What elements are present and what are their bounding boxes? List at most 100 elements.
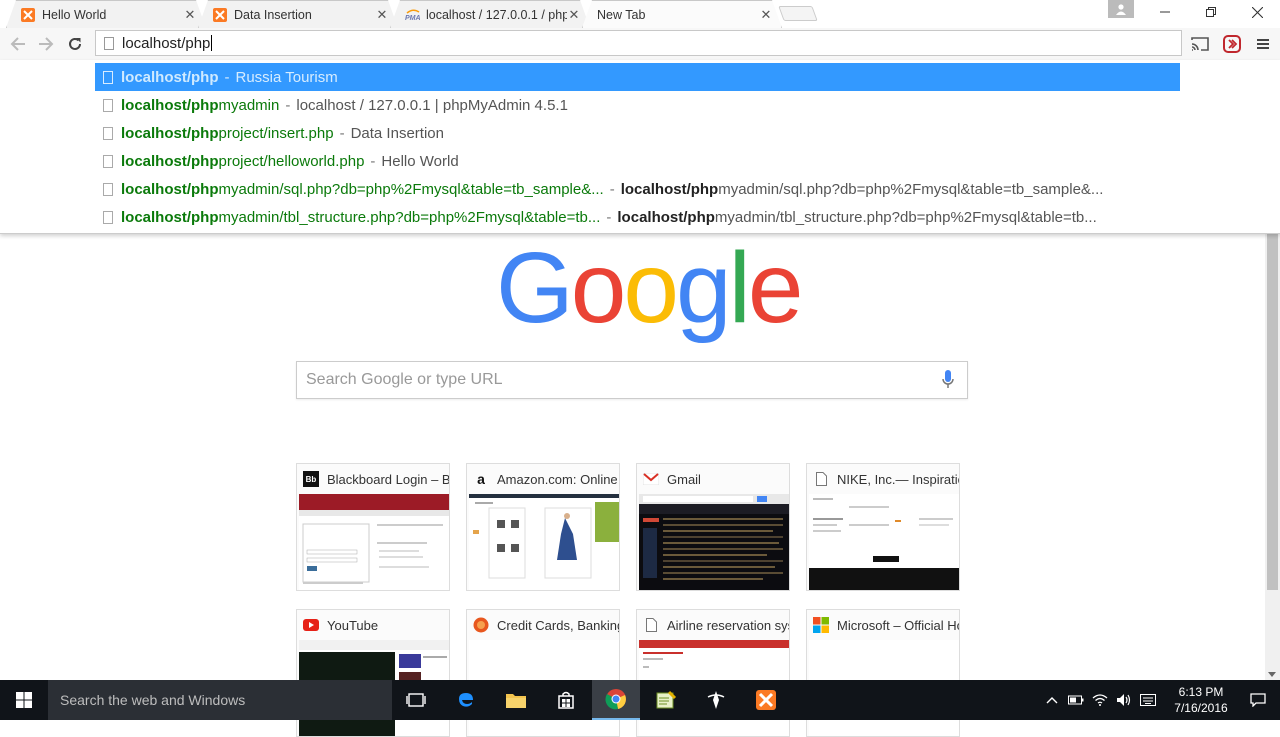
battery-icon[interactable] bbox=[1064, 695, 1088, 705]
close-tab-icon[interactable]: ✕ bbox=[375, 7, 389, 23]
logo-letter: G bbox=[496, 232, 574, 344]
suggestion-item[interactable]: localhost/php - Russia Tourism bbox=[95, 63, 1180, 91]
logo-letter: e bbox=[747, 232, 804, 344]
google-search-box[interactable]: Search Google or type URL bbox=[296, 361, 968, 399]
tab-title: Hello World bbox=[42, 7, 107, 22]
suggestion-item[interactable]: localhost/php myadmin/tbl_structure.php?… bbox=[95, 203, 1180, 231]
tab-data-insertion[interactable]: Data Insertion ✕ bbox=[198, 0, 398, 28]
forward-button[interactable] bbox=[35, 33, 57, 55]
volume-icon[interactable] bbox=[1112, 693, 1136, 707]
minimize-button[interactable] bbox=[1142, 0, 1188, 24]
tile-title: NIKE, Inc.— Inspiratio bbox=[837, 471, 959, 487]
suggestion-item[interactable]: localhost/php project/insert.php - Data … bbox=[95, 119, 1180, 147]
most-visited-tile-blackboard[interactable]: Bb Blackboard Login – Bl bbox=[296, 463, 450, 591]
tab-title: localhost / 127.0.0.1 / php bbox=[426, 7, 567, 22]
microphone-icon[interactable] bbox=[935, 367, 961, 393]
page-icon bbox=[103, 210, 113, 224]
tile-thumbnail bbox=[299, 494, 449, 590]
back-arrow-icon bbox=[10, 37, 25, 51]
scroll-down-arrow-icon[interactable] bbox=[1268, 672, 1276, 677]
logo-letter: o bbox=[570, 232, 627, 344]
system-tray: 6:13 PM 7/16/2016 bbox=[1040, 680, 1280, 720]
separator: - bbox=[609, 180, 615, 198]
window-controls bbox=[1142, 0, 1280, 24]
chrome-taskbar-app[interactable] bbox=[592, 680, 640, 720]
youtube-icon bbox=[303, 617, 319, 633]
notepad-icon bbox=[656, 690, 677, 709]
reload-button[interactable] bbox=[64, 33, 86, 55]
address-bar[interactable]: localhost/php bbox=[95, 30, 1182, 56]
separator: - bbox=[370, 152, 376, 170]
page-icon bbox=[103, 126, 113, 140]
profile-button[interactable] bbox=[1108, 0, 1134, 18]
logo-letter: o bbox=[623, 232, 679, 344]
store-bag-icon bbox=[558, 691, 574, 709]
tile-title: Blackboard Login – Bl bbox=[327, 471, 449, 487]
most-visited-tile-gmail[interactable]: Gmail bbox=[636, 463, 790, 591]
task-view-button[interactable] bbox=[392, 680, 440, 720]
taskbar-search-box[interactable]: Search the web and Windows bbox=[48, 680, 392, 720]
restore-button[interactable] bbox=[1188, 0, 1234, 24]
gmail-icon bbox=[643, 471, 659, 487]
windows-logo-icon bbox=[16, 692, 32, 708]
user-icon bbox=[1116, 4, 1126, 15]
edge-taskbar-app[interactable] bbox=[442, 680, 490, 720]
hamburger-menu-icon bbox=[1257, 39, 1269, 49]
chrome-menu-button[interactable] bbox=[1251, 33, 1275, 55]
logo-letter: l bbox=[728, 232, 751, 344]
page-icon bbox=[103, 98, 113, 112]
separator: - bbox=[224, 68, 230, 86]
extension-button[interactable] bbox=[1220, 33, 1244, 55]
new-tab-button[interactable] bbox=[778, 6, 818, 21]
omnibox-suggestions: localhost/php - Russia Tourism localhost… bbox=[0, 60, 1280, 234]
tile-title: Amazon.com: Online bbox=[497, 471, 618, 487]
suggestion-item[interactable]: localhost/php myadmin/sql.php?db=php%2Fm… bbox=[95, 175, 1180, 203]
store-taskbar-app[interactable] bbox=[542, 680, 590, 720]
cast-icon bbox=[1191, 37, 1209, 51]
suggestion-item[interactable]: localhost/php project/helloworld.php - H… bbox=[95, 147, 1180, 175]
suggestion-item[interactable]: localhost/php myadmin - localhost / 127.… bbox=[95, 91, 1180, 119]
taskbar-search-placeholder: Search the web and Windows bbox=[60, 692, 246, 708]
tab-hello-world[interactable]: Hello World ✕ bbox=[6, 0, 206, 28]
tile-thumbnail bbox=[809, 494, 959, 590]
phpmyadmin-icon: PMA bbox=[405, 8, 419, 22]
cast-button[interactable] bbox=[1188, 33, 1212, 55]
blackboard-icon: Bb bbox=[303, 471, 319, 487]
start-button[interactable] bbox=[0, 680, 48, 720]
action-center-icon[interactable] bbox=[1236, 693, 1280, 707]
most-visited-tile-amazon[interactable]: a Amazon.com: Online bbox=[466, 463, 620, 591]
clock[interactable]: 6:13 PM 7/16/2016 bbox=[1166, 684, 1236, 716]
back-button[interactable] bbox=[7, 33, 29, 55]
most-visited-tile-nike[interactable]: NIKE, Inc.— Inspiratio bbox=[806, 463, 960, 591]
text-caret bbox=[211, 35, 213, 51]
browser-toolbar: localhost/php bbox=[0, 28, 1280, 60]
tile-title: Credit Cards, Banking bbox=[497, 617, 619, 633]
close-window-button[interactable] bbox=[1234, 0, 1280, 24]
close-tab-icon[interactable]: ✕ bbox=[567, 7, 581, 23]
tab-strip: Hello World ✕ Data Insertion ✕ PMA local… bbox=[0, 0, 1280, 28]
extension-icon bbox=[1223, 35, 1241, 53]
notepad-plus-plus-taskbar-app[interactable] bbox=[642, 680, 690, 720]
chevron-up-icon[interactable] bbox=[1040, 696, 1064, 704]
chrome-icon bbox=[605, 689, 626, 710]
separator: - bbox=[339, 124, 345, 142]
keyboard-icon[interactable] bbox=[1136, 694, 1160, 706]
scrollbar-thumb[interactable] bbox=[1267, 234, 1278, 590]
bank-icon bbox=[473, 617, 489, 633]
inkscape-taskbar-app[interactable] bbox=[692, 680, 740, 720]
tile-thumbnail bbox=[639, 494, 789, 590]
vertical-scrollbar[interactable] bbox=[1265, 234, 1280, 680]
page-icon bbox=[643, 617, 659, 633]
tab-new-tab[interactable]: New Tab ✕ bbox=[582, 0, 782, 28]
page-icon bbox=[813, 471, 829, 487]
tile-title: Gmail bbox=[667, 471, 701, 487]
separator: - bbox=[606, 208, 612, 226]
close-tab-icon[interactable]: ✕ bbox=[759, 7, 773, 23]
tab-phpmyadmin[interactable]: PMA localhost / 127.0.0.1 / php ✕ bbox=[390, 0, 590, 28]
xampp-taskbar-app[interactable] bbox=[742, 680, 790, 720]
close-tab-icon[interactable]: ✕ bbox=[183, 7, 197, 23]
file-explorer-taskbar-app[interactable] bbox=[492, 680, 540, 720]
tile-thumbnail bbox=[469, 494, 619, 590]
tile-title: Microsoft – Official Ho bbox=[837, 617, 959, 633]
wifi-icon[interactable] bbox=[1088, 694, 1112, 706]
